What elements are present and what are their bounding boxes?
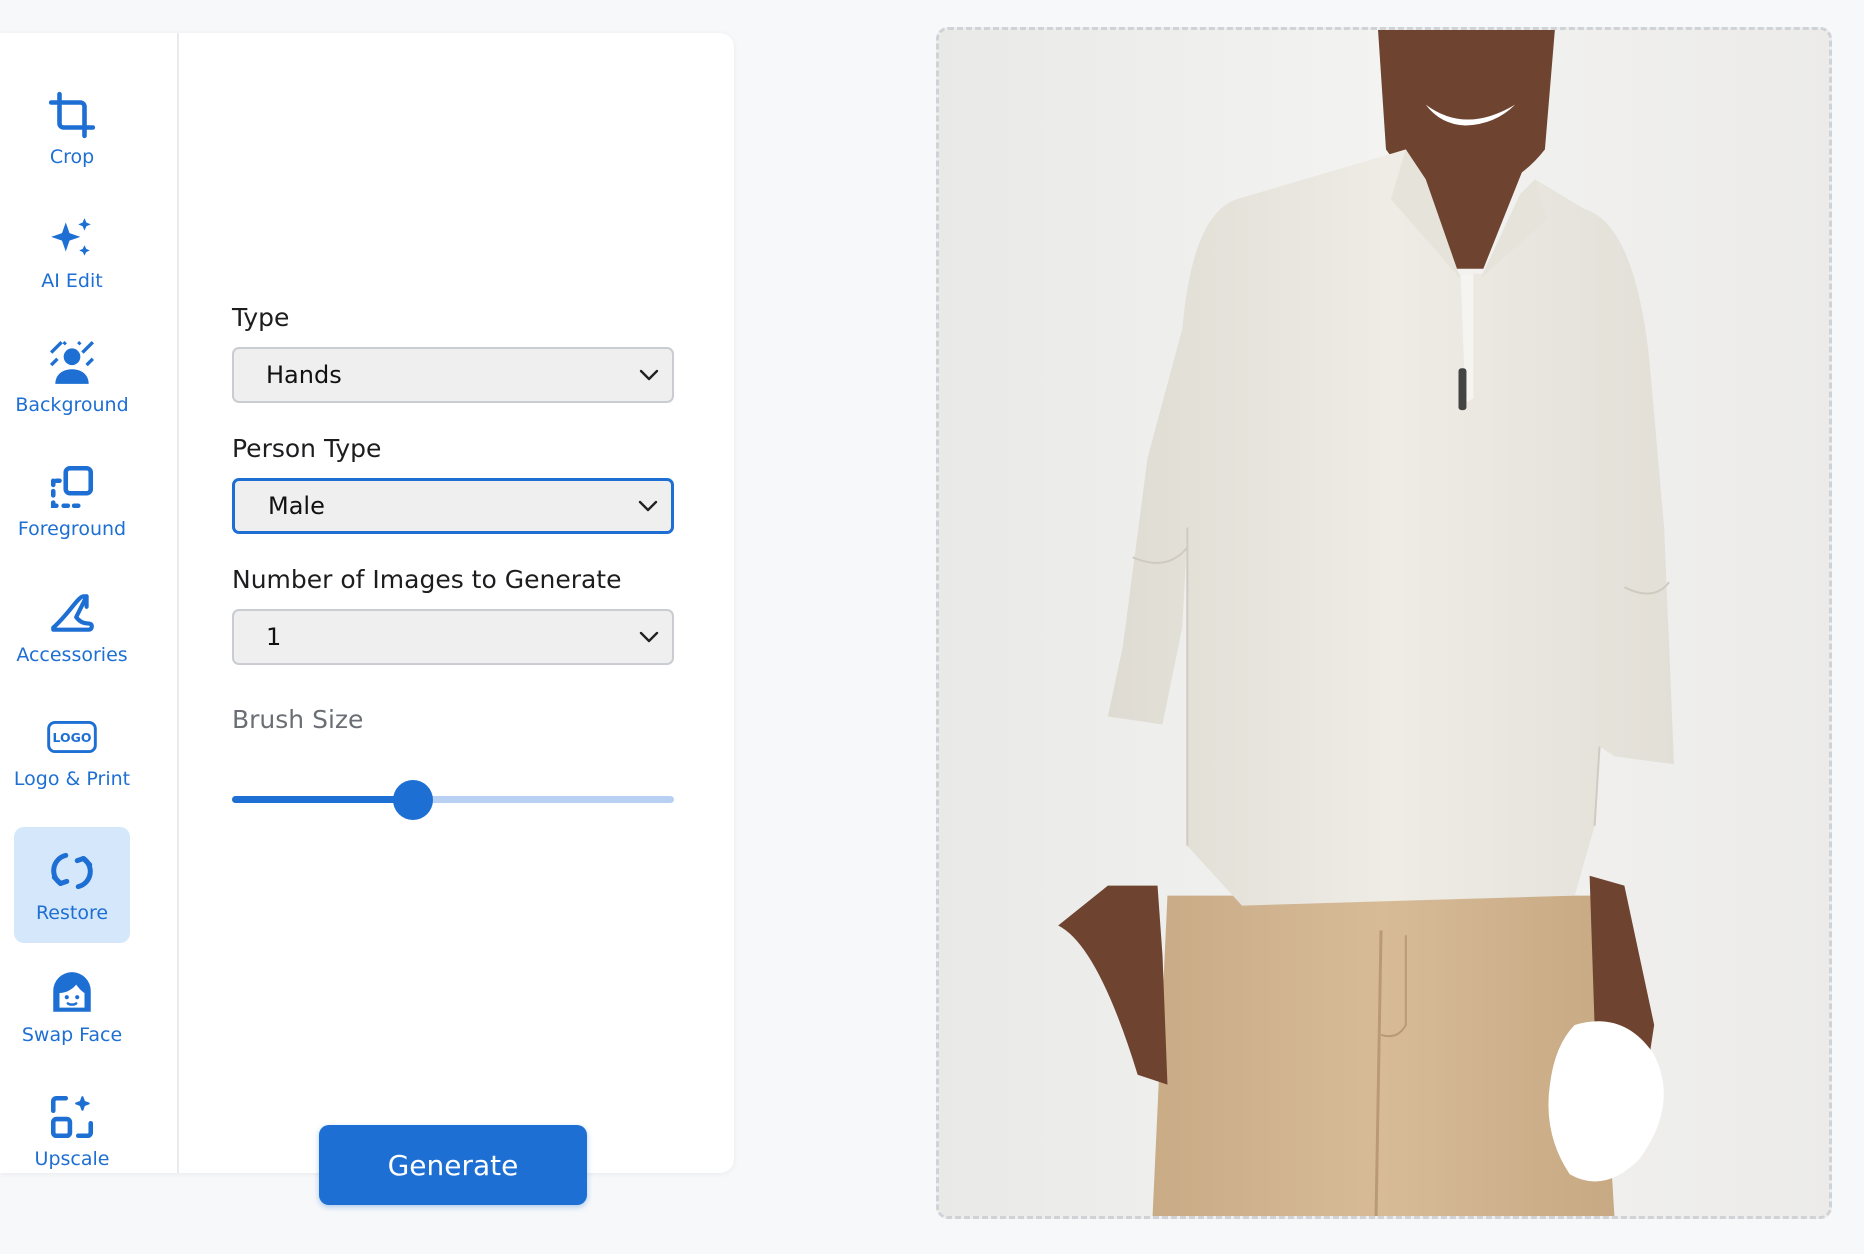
face-icon xyxy=(53,972,91,1012)
tool-crop[interactable]: Crop xyxy=(14,71,130,187)
generate-button[interactable]: Generate xyxy=(319,1125,587,1205)
brush-size-slider[interactable] xyxy=(232,779,674,820)
restore-form: Type Hands Person Type Male Number of Im… xyxy=(232,33,674,1205)
person-type-label: Person Type xyxy=(232,434,382,463)
tools-panel: Crop AI Edit Background Foreground Acces… xyxy=(0,33,734,1205)
foreground-select-icon xyxy=(50,465,94,509)
tool-label: Upscale xyxy=(34,1148,110,1170)
tool-swap-face[interactable]: Swap Face xyxy=(14,949,130,1065)
tool-label: Foreground xyxy=(17,518,127,540)
tool-foreground[interactable]: Foreground xyxy=(14,443,130,559)
model-photo xyxy=(939,30,1829,1216)
tool-ai-edit[interactable]: AI Edit xyxy=(14,195,130,311)
type-select-value: Hands xyxy=(266,361,342,389)
tool-label: Swap Face xyxy=(21,1024,123,1046)
crop-icon xyxy=(48,91,96,139)
tool-restore[interactable]: Restore xyxy=(14,827,130,943)
tool-label: Crop xyxy=(49,146,95,168)
sparkles-icon xyxy=(51,218,91,256)
type-select[interactable]: Hands xyxy=(232,347,674,403)
brush-size-label: Brush Size xyxy=(232,705,364,734)
tool-label: Restore xyxy=(35,902,109,924)
tool-label: Background xyxy=(15,394,129,416)
chevron-down-icon xyxy=(639,369,659,381)
slider-fill xyxy=(232,796,414,803)
chevron-down-icon xyxy=(639,631,659,643)
svg-text:LOGO: LOGO xyxy=(52,730,91,745)
tool-label: Accessories xyxy=(16,644,128,666)
num-images-label: Number of Images to Generate xyxy=(232,565,622,594)
restore-arrows-icon xyxy=(51,852,93,890)
tool-sidebar: Crop AI Edit Background Foreground Acces… xyxy=(0,33,179,1173)
person-type-select[interactable]: Male xyxy=(232,478,674,534)
tool-label: Logo & Print xyxy=(13,768,131,790)
tool-upscale[interactable]: Upscale xyxy=(14,1073,130,1189)
num-images-select[interactable]: 1 xyxy=(232,609,674,665)
high-heel-icon xyxy=(51,594,94,632)
tool-logo-print[interactable]: LOGO Logo & Print xyxy=(14,693,130,809)
chevron-down-icon xyxy=(638,500,658,512)
image-canvas[interactable] xyxy=(936,27,1832,1219)
type-label: Type xyxy=(232,303,290,332)
slider-thumb[interactable] xyxy=(393,780,434,820)
num-images-select-value: 1 xyxy=(266,623,282,651)
person-type-select-value: Male xyxy=(268,492,325,520)
tool-label: AI Edit xyxy=(41,270,103,292)
logo-badge-icon: LOGO xyxy=(47,720,97,754)
upscale-icon xyxy=(50,1095,94,1139)
tool-background[interactable]: Background xyxy=(14,319,130,435)
background-person-icon xyxy=(49,340,95,384)
tool-accessories[interactable]: Accessories xyxy=(14,569,130,685)
